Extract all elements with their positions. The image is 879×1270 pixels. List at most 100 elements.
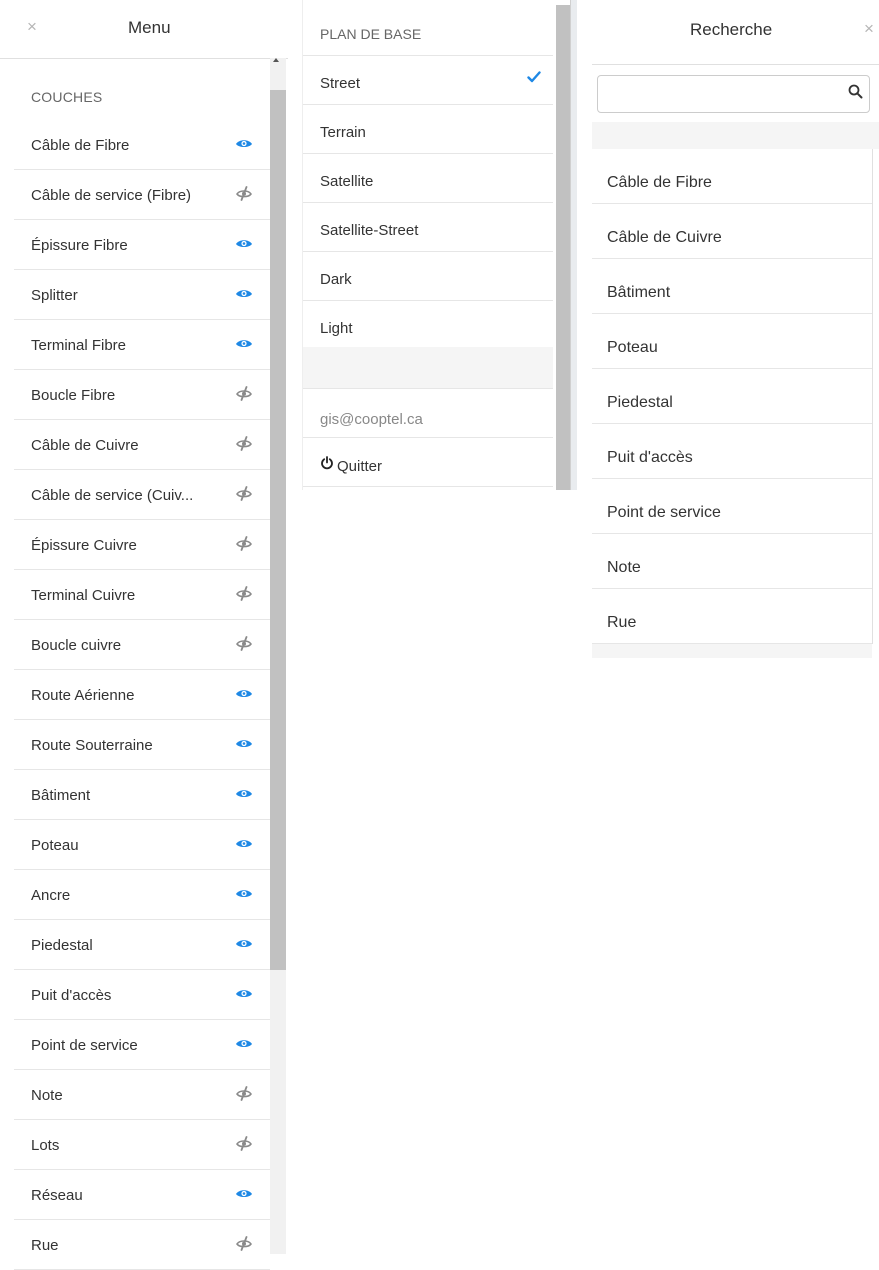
basemap-option[interactable]: Dark	[303, 252, 553, 301]
eye-slash-icon[interactable]	[234, 185, 254, 201]
search-input[interactable]	[597, 75, 870, 113]
eye-icon[interactable]	[234, 685, 254, 701]
layer-label: Bâtiment	[31, 787, 91, 804]
layer-item[interactable]: Terminal Fibre	[14, 320, 270, 370]
layer-item[interactable]: Route Aérienne	[14, 670, 270, 720]
eye-icon[interactable]	[234, 935, 254, 951]
layer-label: Épissure Cuivre	[31, 537, 137, 554]
basemap-option[interactable]: Satellite-Street	[303, 203, 553, 252]
basemap-list: Street Terrain Satellite Satellite-Street Da…	[303, 55, 553, 350]
menu-scrollbar-thumb[interactable]	[270, 90, 286, 970]
search-icon[interactable]	[848, 84, 863, 99]
layer-label: Câble de Cuivre	[31, 437, 139, 454]
layer-label: Terminal Fibre	[31, 337, 127, 354]
layer-item[interactable]: Câble de Cuivre	[14, 420, 270, 470]
eye-icon[interactable]	[234, 1035, 254, 1051]
basemap-scrollbar[interactable]	[556, 5, 570, 490]
menu-header: × Menu	[0, 0, 288, 59]
layer-item[interactable]: Route Souterraine	[14, 720, 270, 770]
eye-slash-icon[interactable]	[234, 1135, 254, 1151]
eye-icon[interactable]	[234, 235, 254, 251]
search-result-label: Câble de Fibre	[607, 174, 712, 191]
search-result-item[interactable]: Câble de Cuivre	[592, 204, 872, 259]
search-result-item[interactable]: Bâtiment	[592, 259, 872, 314]
layer-item[interactable]: Ancre	[14, 870, 270, 920]
layer-label: Réseau	[31, 1187, 83, 1204]
eye-slash-icon[interactable]	[234, 385, 254, 401]
eye-icon[interactable]	[234, 285, 254, 301]
search-result-item[interactable]: Note	[592, 534, 872, 589]
eye-icon[interactable]	[234, 1185, 254, 1201]
layer-item[interactable]: Réseau	[14, 1170, 270, 1220]
user-email-row: gis@cooptel.ca	[303, 389, 553, 438]
search-result-label: Rue	[607, 614, 637, 631]
layer-item[interactable]: Poteau	[14, 820, 270, 870]
search-result-label: Câble de Cuivre	[607, 229, 722, 246]
check-icon	[527, 71, 541, 83]
eye-icon[interactable]	[234, 985, 254, 1001]
basemap-option[interactable]: Street	[303, 56, 553, 105]
layer-item[interactable]: Note	[14, 1070, 270, 1120]
menu-scrollbar[interactable]	[270, 58, 286, 1254]
eye-icon[interactable]	[234, 335, 254, 351]
close-icon[interactable]: ×	[27, 17, 37, 37]
eye-slash-icon[interactable]	[234, 1085, 254, 1101]
basemap-title: PLAN DE BASE	[320, 26, 422, 42]
layer-item[interactable]: Point de service	[14, 1020, 270, 1070]
layer-label: Note	[31, 1087, 63, 1104]
menu-title: Menu	[128, 18, 171, 37]
search-result-item[interactable]: Point de service	[592, 479, 872, 534]
layer-item[interactable]: Épissure Cuivre	[14, 520, 270, 570]
eye-icon[interactable]	[234, 735, 254, 751]
basemap-option[interactable]: Satellite	[303, 154, 553, 203]
layer-item[interactable]: Câble de service (Cuiv...	[14, 470, 270, 520]
search-result-label: Note	[607, 559, 641, 576]
search-result-item[interactable]: Puit d'accès	[592, 424, 872, 479]
search-result-item[interactable]: Câble de Fibre	[592, 149, 872, 204]
layer-label: Lots	[31, 1137, 60, 1154]
layer-item[interactable]: Boucle Fibre	[14, 370, 270, 420]
close-icon[interactable]: ×	[864, 19, 874, 39]
basemap-option[interactable]: Light	[303, 301, 553, 350]
layer-label: Boucle cuivre	[31, 637, 122, 654]
eye-slash-icon[interactable]	[234, 1235, 254, 1251]
layers-section-label: COUCHES	[31, 89, 103, 105]
eye-slash-icon[interactable]	[234, 485, 254, 501]
layer-item[interactable]: Rue	[14, 1220, 270, 1270]
eye-slash-icon[interactable]	[234, 435, 254, 451]
eye-icon[interactable]	[234, 835, 254, 851]
layer-item[interactable]: Câble de service (Fibre)	[14, 170, 270, 220]
layer-item[interactable]: Piedestal	[14, 920, 270, 970]
eye-slash-icon[interactable]	[234, 585, 254, 601]
layer-item[interactable]: Lots	[14, 1120, 270, 1170]
map-edge	[570, 0, 577, 490]
layer-list: Câble de Fibre Câble de service (Fibre) Ép…	[14, 120, 270, 1270]
eye-icon[interactable]	[234, 885, 254, 901]
eye-slash-icon[interactable]	[234, 535, 254, 551]
layer-label: Épissure Fibre	[31, 237, 128, 254]
search-result-item[interactable]: Poteau	[592, 314, 872, 369]
basemap-option[interactable]: Terrain	[303, 105, 553, 154]
layer-label: Piedestal	[31, 937, 93, 954]
scroll-up-arrow-icon[interactable]	[273, 58, 279, 62]
eye-icon[interactable]	[234, 135, 254, 151]
layer-item[interactable]: Puit d'accès	[14, 970, 270, 1020]
layer-item[interactable]: Splitter	[14, 270, 270, 320]
search-title: Recherche	[690, 20, 773, 39]
eye-icon[interactable]	[234, 785, 254, 801]
search-result-item[interactable]: Rue	[592, 589, 872, 644]
layer-item[interactable]: Boucle cuivre	[14, 620, 270, 670]
layer-item[interactable]: Épissure Fibre	[14, 220, 270, 270]
layer-item[interactable]: Terminal Cuivre	[14, 570, 270, 620]
basemap-option-label: Satellite	[320, 173, 374, 190]
eye-slash-icon[interactable]	[234, 635, 254, 651]
layer-label: Câble de service (Fibre)	[31, 187, 192, 204]
quit-label: Quitter	[337, 458, 383, 475]
layer-item[interactable]: Bâtiment	[14, 770, 270, 820]
layer-label: Route Aérienne	[31, 687, 135, 704]
basemap-option-label: Terrain	[320, 124, 366, 141]
search-result-item[interactable]: Piedestal	[592, 369, 872, 424]
layer-label: Rue	[31, 1237, 59, 1254]
layer-item[interactable]: Câble de Fibre	[14, 120, 270, 170]
quit-button[interactable]: Quitter	[303, 438, 553, 487]
